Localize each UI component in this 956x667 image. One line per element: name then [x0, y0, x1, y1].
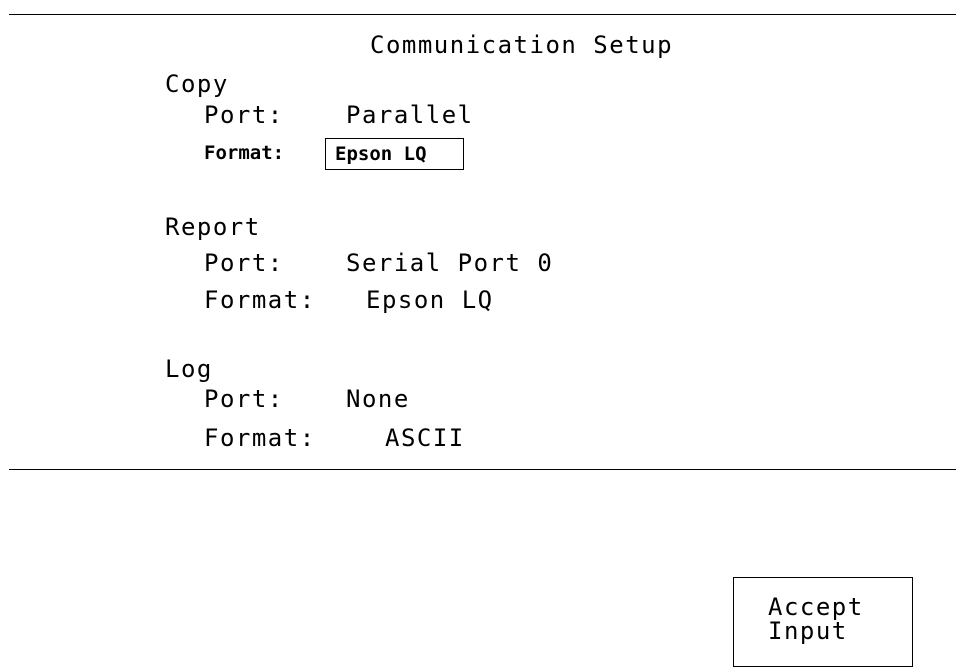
- report-format-value[interactable]: Epson LQ: [366, 286, 494, 314]
- copy-port-value[interactable]: Parallel: [346, 101, 474, 129]
- report-port-value[interactable]: Serial Port 0: [346, 249, 553, 277]
- log-section-header: Log: [165, 355, 213, 383]
- copy-port-label: Port:: [204, 101, 284, 129]
- copy-section-header: Copy: [165, 70, 229, 98]
- copy-format-selector[interactable]: Epson LQ: [325, 138, 464, 170]
- log-format-value[interactable]: ASCII: [385, 424, 465, 452]
- top-divider: [9, 14, 956, 15]
- copy-format-label: Format:: [204, 142, 285, 164]
- bottom-divider: [9, 469, 956, 470]
- report-port-label: Port:: [204, 249, 284, 277]
- report-section-header: Report: [165, 213, 261, 241]
- log-format-label: Format:: [204, 424, 316, 452]
- log-port-value[interactable]: None: [346, 385, 410, 413]
- log-port-label: Port:: [204, 385, 284, 413]
- screen-title: Communication Setup: [370, 31, 674, 59]
- report-format-label: Format:: [204, 286, 316, 314]
- copy-format-value: Epson LQ: [335, 143, 427, 165]
- accept-button-label-line2: Input: [768, 617, 848, 645]
